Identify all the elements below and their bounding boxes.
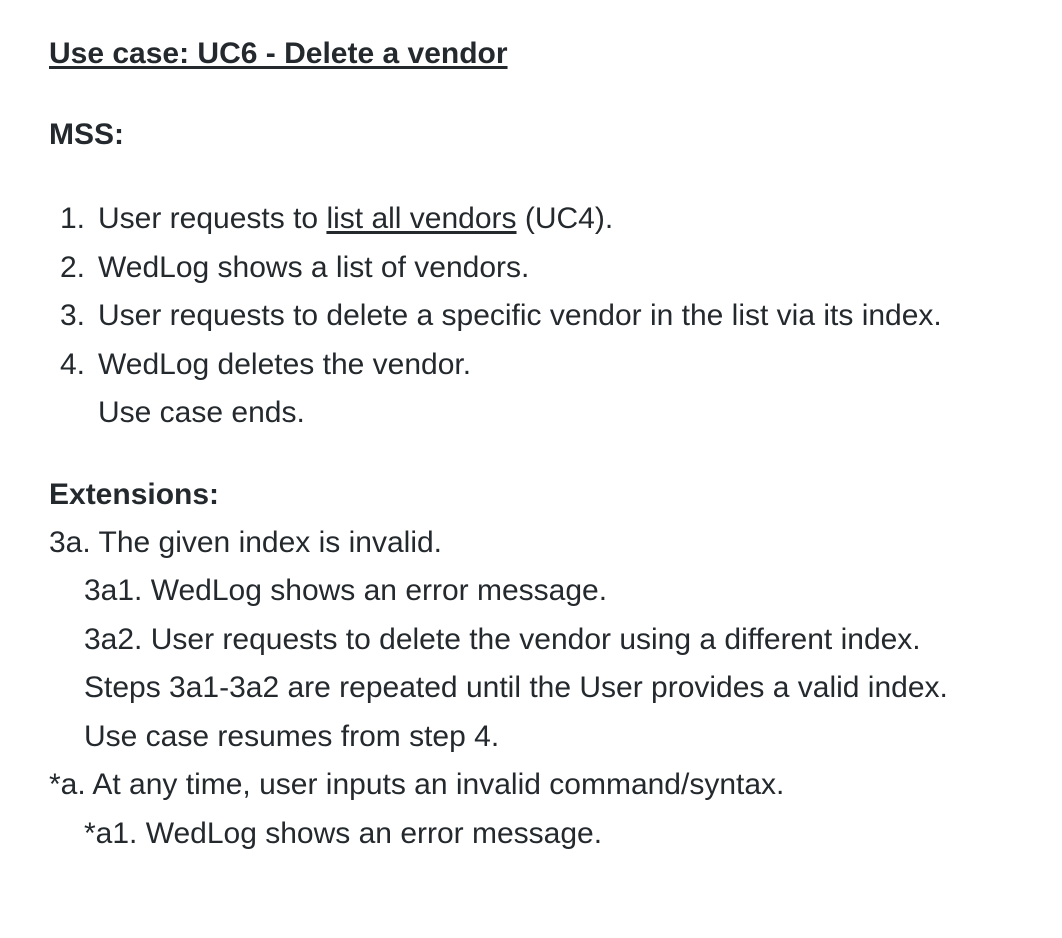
mss-step: 3. User requests to delete a specific ve…: [49, 292, 1049, 341]
step-number: 3.: [60, 299, 86, 332]
step-number: 4.: [60, 347, 86, 381]
extensions-list: 3a. The given index is invalid. 3a1. Wed…: [49, 519, 1049, 859]
list-all-vendors-link[interactable]: list all vendors: [326, 202, 516, 235]
end-note-text: Use case ends.: [98, 396, 305, 429]
mss-steps-list: 1. User requests to list all vendors (UC…: [49, 195, 1049, 438]
step-number: 2.: [60, 250, 86, 284]
mss-step: 1. User requests to list all vendors (UC…: [49, 195, 1049, 244]
step-number: 1.: [60, 202, 86, 235]
mss-heading: MSS:: [49, 118, 124, 151]
extension-line: *a. At any time, user inputs an invalid …: [49, 768, 785, 801]
step-text: WedLog shows a list of vendors.: [98, 250, 530, 284]
extension-line: 3a2. User requests to delete the vendor …: [84, 622, 921, 656]
extension-line: 3a. The given index is invalid.: [49, 525, 443, 559]
extension-line: 3a1. WedLog shows an error message.: [84, 574, 608, 607]
use-case-document: Use case: UC6 - Delete a vendor MSS: 1. …: [49, 34, 1049, 858]
mss-step: 2. WedLog shows a list of vendors.: [49, 244, 1049, 293]
extension-line: *a1. WedLog shows an error message.: [84, 816, 603, 850]
step-text: User requests to delete a specific vendo…: [98, 299, 942, 332]
extensions-heading: Extensions:: [49, 477, 220, 511]
step-text: User requests to: [98, 202, 327, 235]
use-case-title: Use case: UC6 - Delete a vendor: [49, 37, 508, 70]
step-text: WedLog deletes the vendor.: [98, 347, 472, 381]
extension-line: Steps 3a1-3a2 are repeated until the Use…: [84, 671, 948, 704]
extension-line: Use case resumes from step 4.: [84, 719, 500, 753]
step-text-suffix: (UC4).: [516, 202, 614, 235]
mss-step: 4. WedLog deletes the vendor.: [49, 341, 1049, 390]
mss-end-note: Use case ends.: [49, 389, 1049, 438]
